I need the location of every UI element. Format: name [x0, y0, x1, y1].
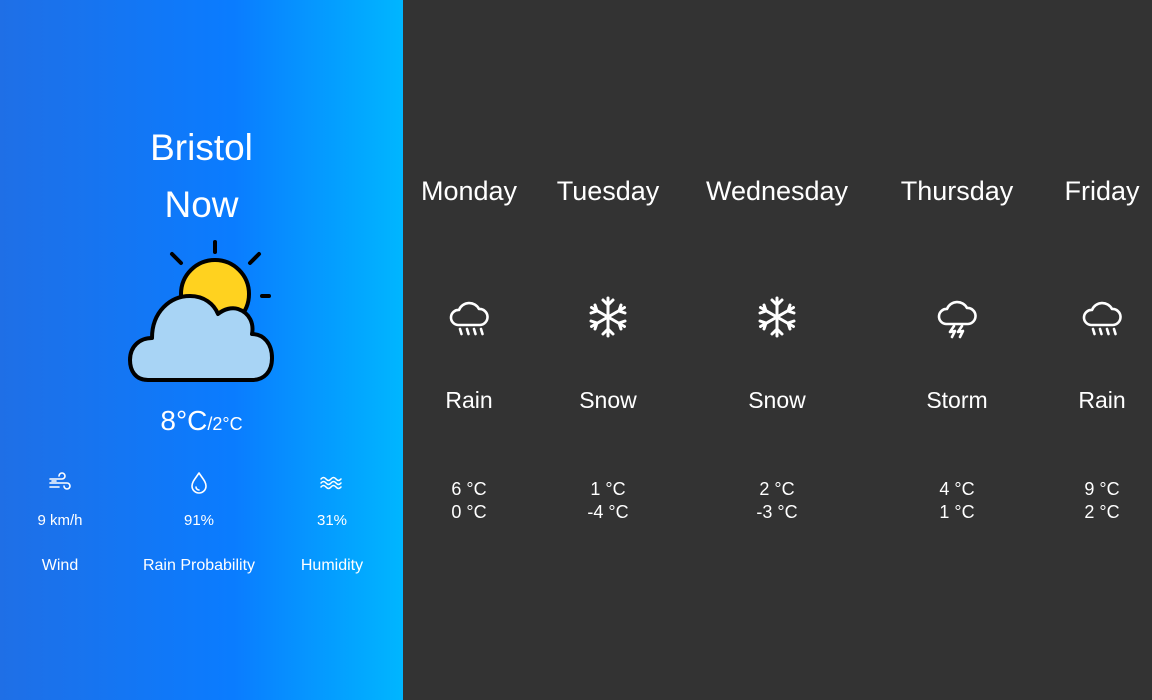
rain-cloud-icon — [1082, 301, 1122, 336]
city-name: Bristol — [150, 127, 253, 168]
weather-app: Bristol Now 8°C/2°C 9 km/h Wind 91% Rain… — [0, 0, 1152, 700]
forecast-day-thursday: Thursday Storm 4 °C 1 °C — [883, 0, 1031, 700]
humidity-stat: 31% Humidity — [292, 470, 372, 580]
day-temp-high: 9 °C — [1084, 479, 1120, 499]
day-temp-low: 0 °C — [451, 502, 487, 522]
wind-icon — [49, 472, 71, 490]
humidity-value: 31% — [316, 512, 348, 529]
day-temp-high: 2 °C — [759, 479, 795, 499]
day-temp-high: 4 °C — [939, 479, 975, 499]
partly-cloudy-icon — [128, 240, 274, 382]
day-name: Wednesday — [705, 176, 849, 206]
humidity-waves-icon — [320, 476, 342, 490]
day-name: Monday — [420, 176, 518, 206]
wind-label: Wind — [41, 557, 79, 574]
day-temp-high: 1 °C — [590, 479, 626, 499]
rain-probability-label: Rain Probability — [142, 557, 256, 574]
snowflake-icon — [758, 296, 796, 338]
current-weather-panel: Bristol Now 8°C/2°C 9 km/h Wind 91% Rain… — [0, 0, 403, 700]
current-temperature: 8°C/2°C — [0, 403, 403, 444]
rain-probability-value: 91% — [183, 512, 215, 529]
forecast-panel: Monday Rain 6 °C 0 °C Tuesday Snow 1 °C … — [403, 0, 1152, 700]
day-temp-low: -4 °C — [587, 502, 629, 522]
day-temp-high: 6 °C — [451, 479, 487, 499]
day-condition: Storm — [926, 387, 988, 413]
wind-stat: 9 km/h Wind — [20, 470, 100, 580]
day-name: Thursday — [900, 176, 1014, 206]
current-label: Now — [164, 184, 239, 225]
day-condition: Snow — [748, 387, 806, 413]
day-condition: Rain — [1078, 387, 1126, 413]
day-temp-low: -3 °C — [756, 502, 798, 522]
forecast-day-tuesday: Tuesday Snow 1 °C -4 °C — [548, 0, 668, 700]
current-temp-low: /2°C — [207, 414, 243, 434]
day-name: Tuesday — [556, 176, 660, 206]
forecast-day-wednesday: Wednesday Snow 2 °C -3 °C — [696, 0, 858, 700]
day-name: Friday — [1064, 176, 1140, 206]
rain-probability-stat: 91% Rain Probability — [134, 470, 264, 580]
forecast-day-friday: Friday Rain 9 °C 2 °C — [1052, 0, 1152, 700]
wind-value: 9 km/h — [37, 512, 83, 529]
day-condition: Snow — [579, 387, 637, 413]
day-condition: Rain — [445, 387, 493, 413]
snowflake-icon — [589, 296, 627, 338]
forecast-day-monday: Monday Rain 6 °C 0 °C — [408, 0, 530, 700]
humidity-label: Humidity — [300, 557, 364, 574]
storm-cloud-icon — [937, 300, 977, 339]
day-temp-low: 1 °C — [939, 502, 975, 522]
current-temp-high: 8°C — [160, 405, 208, 436]
day-temp-low: 2 °C — [1084, 502, 1120, 522]
raindrop-icon — [191, 472, 207, 494]
rain-cloud-icon — [449, 301, 489, 336]
